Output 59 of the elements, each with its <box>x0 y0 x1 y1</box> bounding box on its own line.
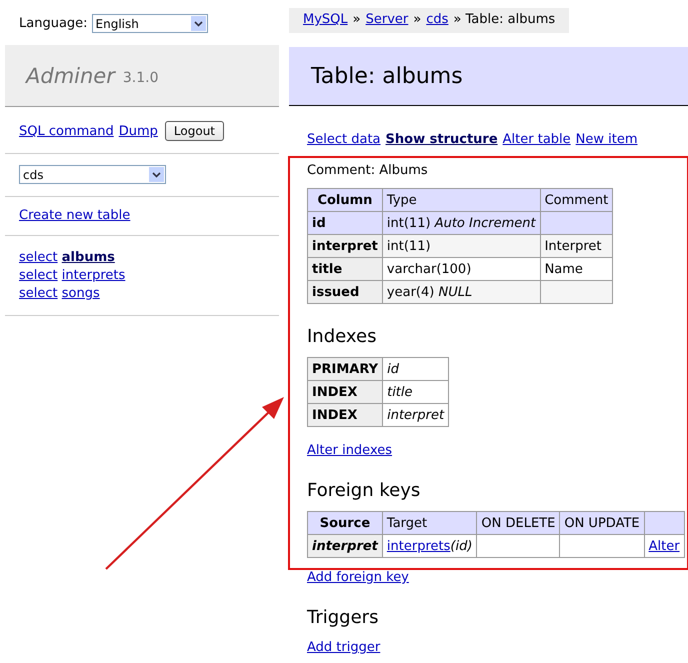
column-header: ON UPDATE <box>560 512 644 534</box>
page-title: Table: albums <box>311 64 463 88</box>
sidebar-link[interactable]: SQL command <box>19 124 114 139</box>
target-link[interactable]: interprets <box>386 538 450 554</box>
table-comment: Comment: Albums <box>307 163 429 178</box>
select-link[interactable]: select <box>19 268 58 283</box>
table-cell: varchar(100) <box>382 258 540 280</box>
select-link[interactable]: select <box>19 250 58 265</box>
tab-link[interactable]: Show structure <box>386 132 498 147</box>
table-cell: title <box>308 258 382 280</box>
table-cell: PRIMARY <box>308 358 383 380</box>
table-link[interactable]: songs <box>62 286 100 301</box>
breadcrumb-link[interactable]: cds <box>426 12 448 27</box>
table-cell: interpret <box>308 234 382 258</box>
column-header: Source <box>308 512 382 534</box>
table-cell: year(4) NULL <box>382 280 540 304</box>
app-version: 3.1.0 <box>122 70 158 86</box>
select-link[interactable]: select <box>19 286 58 301</box>
table-cell: interpret <box>382 404 449 426</box>
breadcrumb-text: » <box>413 12 422 27</box>
column-header: ON DELETE <box>476 512 560 534</box>
table-link[interactable]: albums <box>62 250 115 265</box>
table-cell: Name <box>540 258 613 280</box>
table-cell: Interpret <box>540 234 613 258</box>
section-heading: Triggers <box>307 607 380 628</box>
table-link[interactable]: interprets <box>62 268 126 283</box>
sidebar-link[interactable]: Dump <box>118 124 158 139</box>
target-columns: (id) <box>450 538 472 554</box>
create-table-link[interactable]: Create new table <box>19 208 130 223</box>
app-name: Adminer <box>26 64 115 88</box>
table-cell: INDEX <box>308 380 383 404</box>
table-cell: id <box>308 212 382 234</box>
breadcrumb-text: » <box>352 12 361 27</box>
breadcrumb-text: » Table: albums <box>453 12 556 27</box>
column-header: Comment <box>540 188 613 212</box>
logout-button[interactable]: Logout <box>164 121 224 141</box>
language-select[interactable]: English <box>92 14 208 33</box>
table-cell: title <box>382 380 449 404</box>
table-cell: INDEX <box>308 404 383 426</box>
section-heading: Foreign keys <box>307 480 422 501</box>
language-label: Language: <box>19 16 88 31</box>
tab-link[interactable]: Alter table <box>502 132 571 147</box>
alter-indexes-link[interactable]: Alter indexes <box>307 443 392 458</box>
table-cell: interpret <box>308 534 382 558</box>
tab-link[interactable]: New item <box>576 132 638 147</box>
column-header: Type <box>382 188 540 212</box>
table-cell: int(11) Auto Increment <box>382 212 540 234</box>
add-trigger-link[interactable]: Add trigger <box>307 640 380 655</box>
column-header: Column <box>308 188 382 212</box>
tab-link[interactable]: Select data <box>307 132 381 147</box>
table-cell: int(11) <box>382 234 540 258</box>
add-foreign-key-link[interactable]: Add foreign key <box>307 570 409 585</box>
column-header: Target <box>382 512 477 534</box>
table-cell: id <box>382 358 449 380</box>
breadcrumb-link[interactable]: Server <box>366 12 408 27</box>
section-heading: Indexes <box>307 326 378 347</box>
breadcrumb-link[interactable]: MySQL <box>303 12 348 27</box>
table-cell: issued <box>308 280 382 304</box>
database-select[interactable]: cds <box>19 165 166 184</box>
